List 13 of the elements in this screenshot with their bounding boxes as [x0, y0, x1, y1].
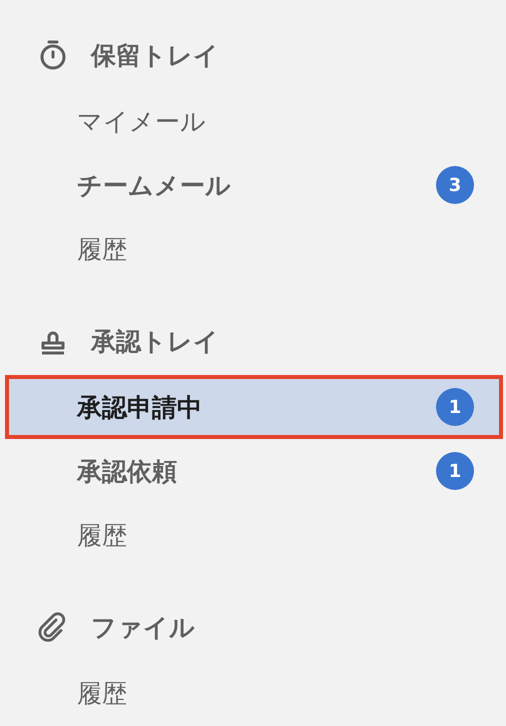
nav-item[interactable]: 承認依頼 1 — [5, 439, 503, 503]
nav-item[interactable]: 承認申請中 1 — [5, 375, 503, 439]
nav-item[interactable]: マイメール — [5, 89, 503, 153]
nav-item[interactable]: チームメール 3 — [5, 153, 503, 217]
nav-item[interactable]: 履歴 — [5, 661, 503, 725]
section-heading: 承認トレイ — [91, 326, 219, 358]
section-heading: ファイル — [91, 612, 195, 644]
section-heading: 保留トレイ — [91, 40, 219, 72]
count-badge: 1 — [436, 388, 474, 426]
nav-item[interactable]: 履歴 — [5, 217, 503, 281]
count-badge: 1 — [436, 452, 474, 490]
nav-item[interactable]: 履歴 — [5, 503, 503, 567]
count-badge: 3 — [436, 166, 474, 204]
